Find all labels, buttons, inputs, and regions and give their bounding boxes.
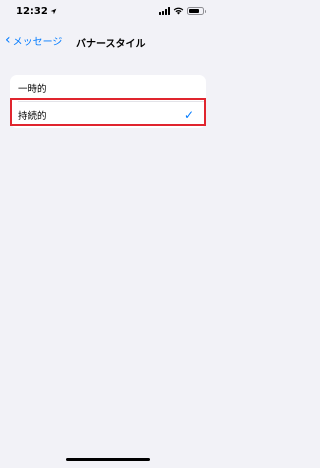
status-time-label: 12:32 <box>16 5 48 17</box>
chevron-left-icon: ‹ <box>5 31 11 48</box>
banner-style-options: 一時的 持続的 ✓ <box>10 75 206 128</box>
status-icons <box>159 7 206 15</box>
back-button[interactable]: ‹ メッセージ <box>5 31 63 49</box>
page-title: バナースタイル <box>76 39 146 50</box>
status-bar: 12:32 <box>0 0 216 22</box>
signal-icon <box>159 7 170 15</box>
wifi-icon <box>173 7 184 15</box>
home-indicator <box>66 458 150 461</box>
navigation-bar: ‹ メッセージ バナースタイル <box>0 29 216 55</box>
battery-icon <box>187 7 206 15</box>
option-label: 持続的 <box>18 111 47 122</box>
location-arrow-icon <box>50 8 57 14</box>
back-button-label: メッセージ <box>12 37 63 48</box>
status-time: 12:32 <box>16 6 57 17</box>
option-row-temporary[interactable]: 一時的 <box>10 75 206 101</box>
checkmark-icon: ✓ <box>183 108 194 122</box>
option-row-persistent[interactable]: 持続的 ✓ <box>10 102 206 128</box>
option-label: 一時的 <box>18 84 47 95</box>
